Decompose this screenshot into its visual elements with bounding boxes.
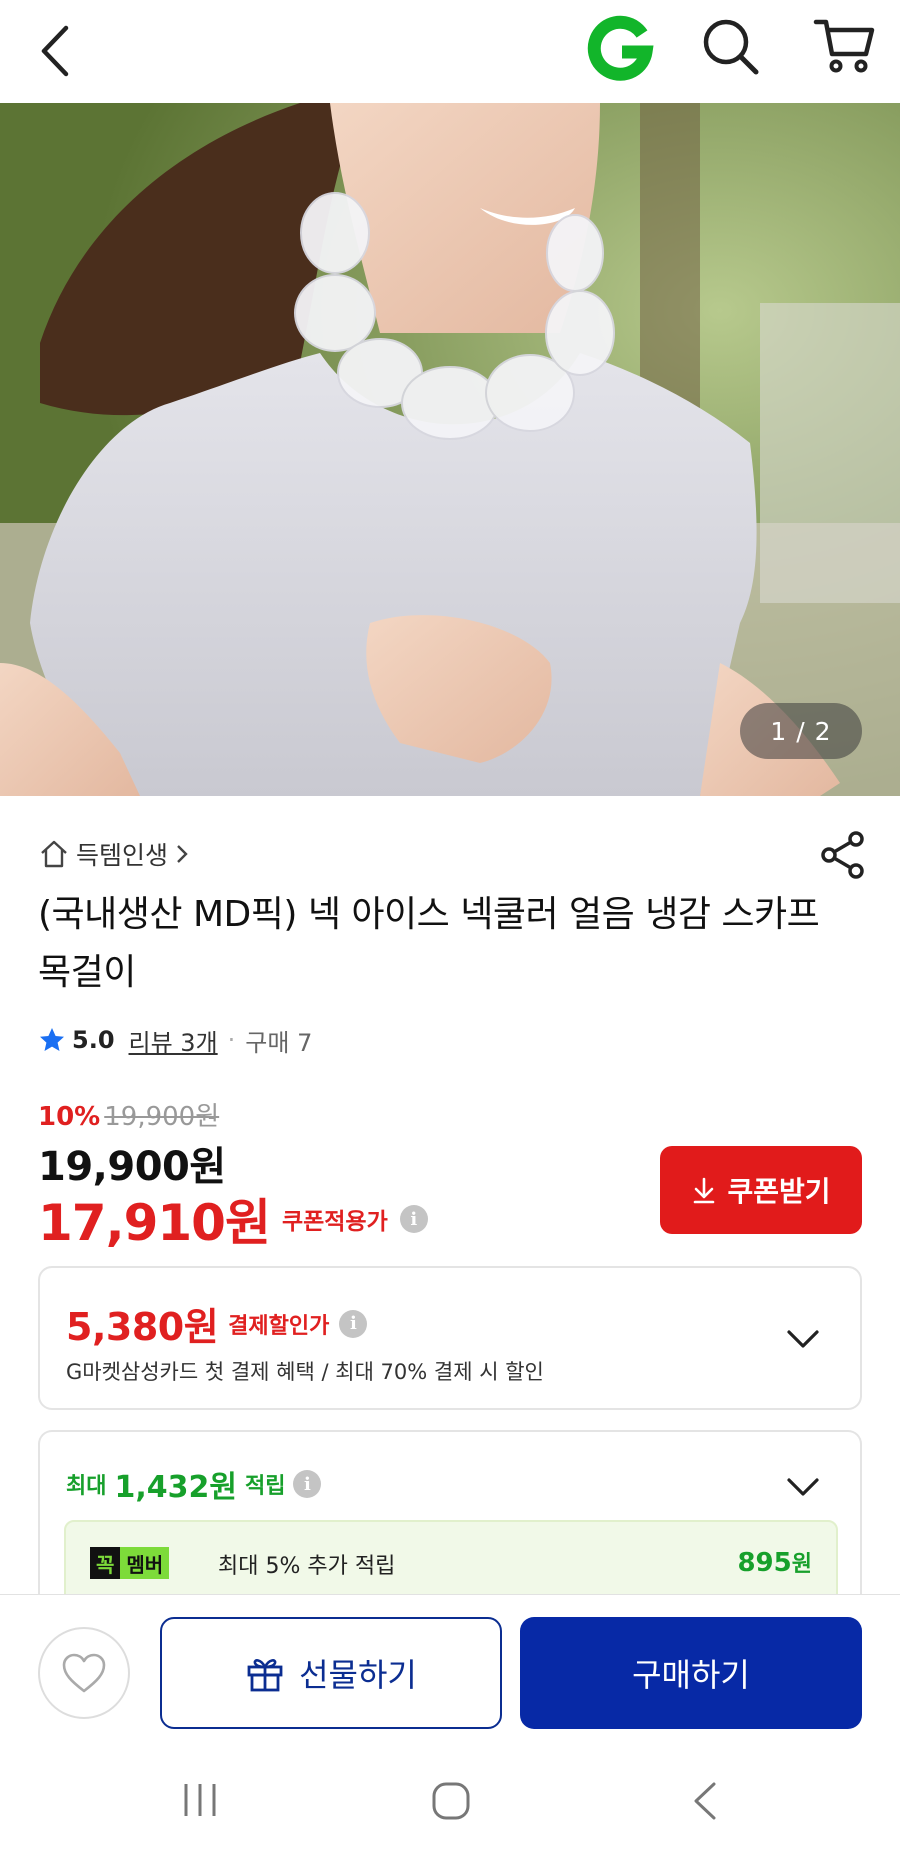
seller-link[interactable]: 득템인생	[38, 836, 190, 872]
cart-icon[interactable]	[812, 14, 876, 78]
download-icon	[694, 1177, 715, 1204]
back-arrow-icon[interactable]	[34, 22, 82, 80]
original-price: 19,900원	[104, 1102, 220, 1132]
rating-row: 5.0 리뷰 3개 · 구매 7	[38, 1022, 312, 1058]
payment-discount-row: 5,380원 결제할인가 i	[66, 1296, 368, 1351]
chevron-right-icon	[177, 845, 188, 863]
product-photo	[0, 103, 900, 796]
heart-icon	[62, 1653, 106, 1693]
price-block: 10% 19,900원 19,900원 17,910원 쿠폰적용가 i	[38, 1096, 428, 1252]
separator-dot: ·	[227, 1026, 236, 1054]
points-row: 최대 1,432원 적립 i	[66, 1462, 322, 1506]
member-badge-mark: 꼭	[90, 1547, 121, 1579]
discount-rate: 10%	[38, 1102, 101, 1132]
star-icon	[40, 1028, 64, 1051]
coupon-price-row: 17,910원 쿠폰적용가 i	[38, 1186, 428, 1252]
bottom-action-bar: 선물하기 구매하기	[0, 1594, 900, 1744]
system-nav-bar	[0, 1744, 900, 1859]
buy-button[interactable]: 구매하기	[520, 1617, 862, 1729]
member-points-unit: 원	[791, 1552, 812, 1577]
payment-discount-price: 5,380원	[66, 1305, 219, 1349]
member-points-description: 최대 5% 추가 적립	[218, 1554, 396, 1579]
seller-name: 득템인생	[76, 841, 169, 870]
info-icon[interactable]: i	[293, 1470, 322, 1498]
reviews-link[interactable]: 리뷰 3개	[129, 1023, 218, 1058]
coupon-price: 17,910원	[38, 1194, 271, 1252]
rating-score: 5.0	[72, 1026, 115, 1054]
product-title: (국내생산 MD픽) 넥 아이스 넥쿨러 얼음 냉감 스카프 목걸이	[38, 894, 820, 993]
sale-price: 19,900원	[38, 1144, 226, 1190]
search-icon[interactable]	[700, 16, 762, 78]
coupon-button-label: 쿠폰받기	[727, 1175, 831, 1208]
coupon-price-label: 쿠폰적용가	[281, 1209, 388, 1235]
points-prefix: 최대	[66, 1474, 107, 1499]
chevron-down-icon[interactable]	[786, 1476, 820, 1498]
gift-button-label: 선물하기	[299, 1656, 417, 1694]
home-icon	[41, 840, 67, 868]
top-bar	[0, 0, 900, 103]
info-icon[interactable]: i	[399, 1205, 428, 1233]
image-counter: 1 / 2	[740, 703, 862, 759]
wishlist-button[interactable]	[38, 1627, 130, 1719]
payment-discount-card[interactable]: 5,380원 결제할인가 i G마켓삼성카드 첫 결제 혜택 / 최대 70% …	[38, 1266, 862, 1410]
home-circle-icon[interactable]	[430, 1780, 472, 1822]
points-suffix: 적립	[244, 1474, 286, 1499]
gift-icon	[247, 1659, 283, 1692]
discount-line: 10% 19,900원	[38, 1096, 428, 1134]
purchase-count: 구매 7	[245, 1028, 313, 1057]
recent-apps-icon[interactable]	[180, 1780, 220, 1820]
member-points-value: 895	[737, 1548, 792, 1578]
chevron-down-icon[interactable]	[786, 1328, 820, 1350]
coupon-download-button[interactable]: 쿠폰받기	[660, 1146, 862, 1234]
member-points-amount: 895원	[737, 1546, 812, 1578]
info-icon[interactable]: i	[339, 1309, 368, 1338]
nav-back-icon[interactable]	[690, 1780, 720, 1822]
member-badge: 꼭 멤버	[90, 1546, 170, 1580]
payment-discount-description: G마켓삼성카드 첫 결제 혜택 / 최대 70% 결제 시 할인	[66, 1360, 544, 1384]
points-value: 1,432원	[114, 1470, 237, 1505]
member-badge-label: 멤버	[120, 1547, 170, 1579]
payment-discount-label: 결제할인가	[228, 1313, 330, 1339]
g-logo-icon[interactable]	[586, 14, 654, 82]
share-icon[interactable]	[820, 830, 866, 880]
product-image-carousel[interactable]: 1 / 2	[0, 103, 900, 796]
gift-button[interactable]: 선물하기	[160, 1617, 502, 1729]
